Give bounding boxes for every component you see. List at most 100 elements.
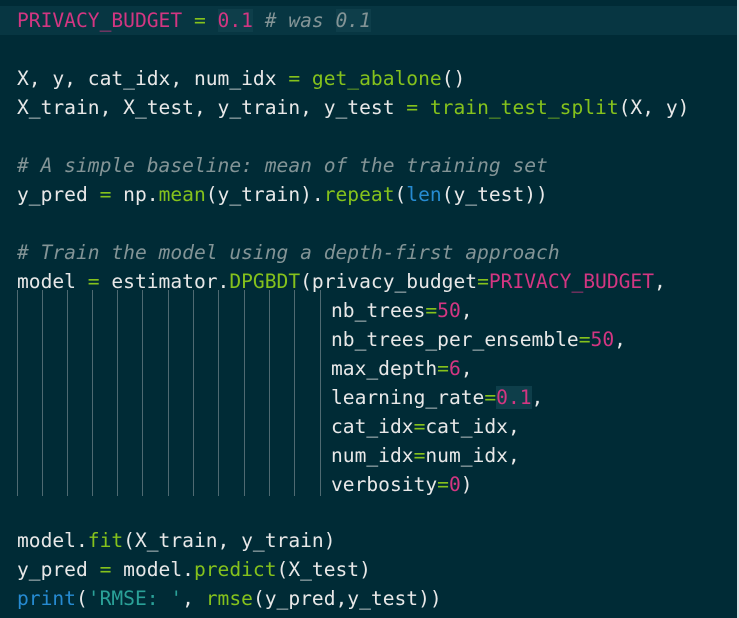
kwarg-equals: = bbox=[477, 270, 489, 293]
code-line-17[interactable]: verbosity=0) bbox=[331, 470, 473, 499]
indent-guide bbox=[67, 290, 68, 496]
call-args: (y_train). bbox=[205, 183, 324, 206]
function-call: train_test_split bbox=[429, 96, 619, 119]
code-line-6[interactable]: # A simple baseline: mean of the trainin… bbox=[17, 151, 548, 180]
kwarg-key: nb_trees_per_ensemble bbox=[331, 328, 579, 351]
code-line-14[interactable]: learning_rate=0.1, bbox=[331, 383, 543, 412]
object-name: model. bbox=[123, 558, 194, 581]
code-line-9[interactable]: # Train the model using a depth-first ap… bbox=[17, 238, 560, 267]
builtin-call: len bbox=[406, 183, 442, 206]
code-line-21[interactable]: print('RMSE: ', rmse(y_pred,y_test)) bbox=[17, 584, 442, 613]
indent-guide bbox=[294, 290, 295, 496]
punctuation: , bbox=[531, 386, 544, 409]
builtin-call: print bbox=[17, 587, 76, 610]
method-call: fit bbox=[87, 529, 124, 552]
kwarg-value: num_idx bbox=[425, 444, 508, 467]
number-literal: 6 bbox=[448, 357, 461, 380]
code-line-1[interactable]: PRIVACY_BUDGET = 0.1 # was 0.1 bbox=[0, 6, 739, 35]
constant-name: PRIVACY_BUDGET bbox=[488, 270, 655, 293]
assign-operator: = bbox=[182, 9, 218, 32]
indent-guide bbox=[142, 290, 143, 496]
indent-guide bbox=[92, 290, 93, 496]
comment: # was bbox=[252, 9, 336, 32]
punctuation: , bbox=[460, 357, 473, 380]
number-literal: 0.1 bbox=[496, 386, 532, 409]
punctuation: , bbox=[460, 299, 473, 322]
kwarg-key: (privacy_budget bbox=[300, 270, 478, 293]
indent-guide bbox=[193, 290, 194, 496]
assign-operator: = bbox=[394, 96, 430, 119]
code-line-13[interactable]: max_depth=6, bbox=[331, 354, 473, 383]
kwarg-key: verbosity bbox=[331, 473, 438, 496]
object-name: model. bbox=[17, 529, 88, 552]
code-line-11[interactable]: nb_trees=50, bbox=[331, 296, 473, 325]
indent-guide bbox=[320, 290, 321, 496]
punctuation: , bbox=[614, 328, 626, 351]
punctuation: , bbox=[507, 444, 520, 467]
call-args: (X_train, y_train) bbox=[123, 529, 336, 552]
code-editor[interactable]: PRIVACY_BUDGET = 0.1 # was 0.1 X, y, cat… bbox=[0, 0, 739, 618]
comment-number: 0.1 bbox=[335, 9, 371, 32]
call-args: (X, y) bbox=[618, 96, 690, 119]
number-literal: 50 bbox=[437, 299, 461, 322]
assign-operator: = bbox=[87, 183, 124, 206]
code-line-12[interactable]: nb_trees_per_ensemble=50, bbox=[331, 325, 626, 354]
call-args: () bbox=[441, 67, 466, 90]
assign-operator: = bbox=[276, 67, 312, 90]
constant-name: PRIVACY_BUDGET bbox=[17, 9, 183, 32]
kwarg-equals: = bbox=[437, 473, 449, 496]
kwarg-equals: = bbox=[578, 328, 591, 351]
paren: ( bbox=[75, 587, 88, 610]
call-args: (X_test) bbox=[276, 558, 371, 581]
code-line-10[interactable]: model = estimator.DPGBDT(privacy_budget=… bbox=[17, 267, 666, 296]
kwarg-key: learning_rate bbox=[331, 386, 485, 409]
code-line-20[interactable]: y_pred = model.predict(X_test) bbox=[17, 555, 371, 584]
punctuation: ) bbox=[460, 473, 473, 496]
kwarg-equals: = bbox=[413, 444, 426, 467]
number-literal: 0.1 bbox=[217, 9, 253, 32]
method-call: repeat bbox=[323, 183, 395, 206]
indent-guide bbox=[218, 290, 219, 496]
number-literal: 0 bbox=[448, 473, 461, 496]
function-call: rmse bbox=[205, 587, 253, 610]
comment: # Train the model using a depth-first ap… bbox=[17, 241, 560, 264]
comment: # A simple baseline: mean of the trainin… bbox=[17, 154, 548, 177]
function-call: get_abalone bbox=[311, 67, 442, 90]
indent-guide bbox=[168, 290, 169, 496]
kwarg-key: nb_trees bbox=[331, 299, 426, 322]
object-name: estimator. bbox=[111, 270, 230, 293]
code-line-3[interactable]: X, y, cat_idx, num_idx = get_abalone() bbox=[17, 64, 465, 93]
code-line-15[interactable]: cat_idx=cat_idx, bbox=[331, 412, 520, 441]
indent-guide bbox=[17, 290, 18, 496]
kwarg-key: cat_idx bbox=[331, 415, 414, 438]
assign-operator: = bbox=[75, 270, 112, 293]
punctuation: , bbox=[654, 270, 666, 293]
code-line-7[interactable]: y_pred = np.mean(y_train).repeat(len(y_t… bbox=[17, 180, 548, 209]
indent-guide bbox=[117, 290, 118, 496]
code-line-19[interactable]: model.fit(X_train, y_train) bbox=[17, 526, 336, 555]
kwarg-equals: = bbox=[413, 415, 426, 438]
indent-guide bbox=[269, 290, 270, 496]
assign-target: y_pred bbox=[17, 558, 88, 581]
code-line-4[interactable]: X_train, X_test, y_train, y_test = train… bbox=[17, 93, 689, 122]
number-literal: 50 bbox=[590, 328, 615, 351]
method-call: predict bbox=[193, 558, 277, 581]
string-literal: 'RMSE: ' bbox=[87, 587, 183, 610]
kwarg-equals: = bbox=[425, 299, 438, 322]
kwarg-key: num_idx bbox=[331, 444, 414, 467]
call-args: (y_pred,y_test)) bbox=[252, 587, 442, 610]
assign-targets: X, y, cat_idx, num_idx bbox=[17, 67, 277, 90]
kwarg-value: cat_idx bbox=[425, 415, 508, 438]
assign-operator: = bbox=[87, 558, 124, 581]
kwarg-key: max_depth bbox=[331, 357, 438, 380]
assign-target: y_pred bbox=[17, 183, 88, 206]
call-args: (y_test)) bbox=[441, 183, 548, 206]
class-call: DPGBDT bbox=[229, 270, 301, 293]
code-line-16[interactable]: num_idx=num_idx, bbox=[331, 441, 520, 470]
punctuation: , bbox=[182, 587, 206, 610]
kwarg-equals: = bbox=[484, 386, 497, 409]
kwarg-equals: = bbox=[437, 357, 449, 380]
punctuation: , bbox=[507, 415, 520, 438]
assign-targets: X_train, X_test, y_train, y_test bbox=[17, 96, 395, 119]
indent-guide bbox=[42, 290, 43, 496]
